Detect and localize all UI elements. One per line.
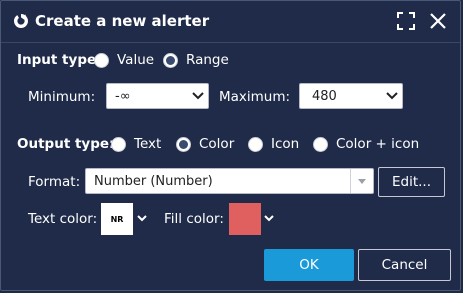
radio-circle xyxy=(313,136,328,152)
output-type-color-radio[interactable]: Color xyxy=(176,136,234,152)
output-type-label: Output type: xyxy=(17,136,115,152)
chevron-down-icon xyxy=(190,86,206,106)
output-type-icon-radio[interactable]: Icon xyxy=(248,136,299,152)
radio-circle xyxy=(248,136,263,152)
close-icon[interactable] xyxy=(427,10,449,32)
format-label: Format: xyxy=(28,174,81,190)
text-color-swatch[interactable]: NR xyxy=(101,203,133,235)
chevron-down-icon xyxy=(384,86,400,106)
maximum-label: Maximum: xyxy=(219,89,291,105)
create-alerter-dialog: Create a new alerter Input type: Value R… xyxy=(0,0,461,291)
output-type-text-radio[interactable]: Text xyxy=(111,136,161,152)
cancel-button[interactable]: Cancel xyxy=(358,249,451,281)
radio-label: Icon xyxy=(271,136,300,152)
output-type-color-icon-radio[interactable]: Color + icon xyxy=(313,136,419,152)
caret-down-icon xyxy=(350,169,373,193)
chevron-down-icon[interactable] xyxy=(136,212,148,224)
minimum-label: Minimum: xyxy=(28,89,96,105)
text-color-sample: NR xyxy=(110,214,124,224)
radio-label: Text xyxy=(134,136,162,152)
input-type-value-radio[interactable]: Value xyxy=(94,52,154,68)
input-type-label: Input type: xyxy=(17,52,102,68)
minimum-select[interactable]: -∞ xyxy=(106,83,209,109)
text-color-label: Text color: xyxy=(28,211,98,227)
radio-label: Color xyxy=(199,136,235,152)
format-select[interactable]: Number (Number) xyxy=(85,168,374,194)
fill-color-label: Fill color: xyxy=(164,211,224,227)
input-type-range-radio[interactable]: Range xyxy=(163,52,229,68)
alerter-icon xyxy=(13,13,29,29)
fill-color-swatch[interactable] xyxy=(229,203,261,235)
radio-circle xyxy=(111,136,126,152)
maximum-select[interactable]: 480 xyxy=(299,83,403,109)
ok-button[interactable]: OK xyxy=(264,249,354,281)
radio-circle-checked xyxy=(176,136,191,152)
radio-circle-checked xyxy=(163,52,178,68)
maximize-icon[interactable] xyxy=(395,10,417,32)
radio-label: Color + icon xyxy=(336,136,420,152)
maximum-value: 480 xyxy=(312,89,337,104)
radio-label: Range xyxy=(186,52,229,68)
dialog-titlebar: Create a new alerter xyxy=(1,1,460,43)
dialog-title: Create a new alerter xyxy=(35,12,210,30)
chevron-down-icon[interactable] xyxy=(263,212,275,224)
radio-label: Value xyxy=(117,52,155,68)
radio-circle xyxy=(94,52,109,68)
minimum-value: -∞ xyxy=(115,89,131,104)
edit-format-button[interactable]: Edit... xyxy=(378,167,445,197)
format-value: Number (Number) xyxy=(94,174,213,189)
